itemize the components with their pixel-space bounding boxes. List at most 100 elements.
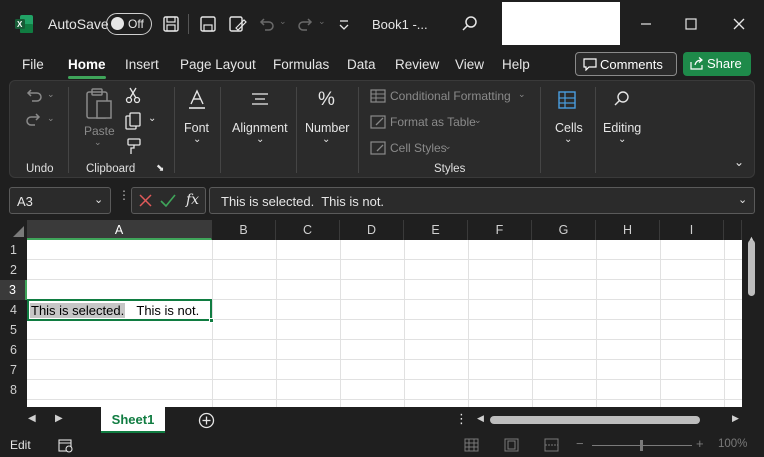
font-icon[interactable] xyxy=(186,89,208,111)
fill-handle[interactable] xyxy=(209,318,214,323)
scroll-left-icon[interactable]: ◀ xyxy=(477,413,484,424)
add-sheet-icon[interactable] xyxy=(198,412,215,429)
column-header-partial[interactable] xyxy=(724,220,742,240)
format-as-table-chevron-icon[interactable]: ⌄ xyxy=(474,115,482,126)
paste-chevron-icon[interactable]: ⌄ xyxy=(94,137,102,148)
zoom-in-icon[interactable]: + xyxy=(696,436,704,451)
tab-file[interactable]: File xyxy=(22,57,44,72)
sheet-tab-sheet1[interactable]: Sheet1 xyxy=(101,407,165,433)
sheet-options-icon[interactable]: ⋮ xyxy=(455,411,468,427)
ribbon-collapse-icon[interactable]: ⌄ xyxy=(734,155,744,169)
paste-icon[interactable] xyxy=(84,87,114,121)
minimize-icon[interactable] xyxy=(636,14,656,34)
ribbon-undo-icon[interactable] xyxy=(23,87,45,105)
column-header-a[interactable]: A xyxy=(27,220,212,240)
page-break-view-icon[interactable] xyxy=(544,438,559,452)
name-box[interactable]: A3 ⌄ xyxy=(9,187,111,214)
next-sheet-icon[interactable]: ▶ xyxy=(55,413,63,424)
percent-icon[interactable]: % xyxy=(318,89,335,111)
conditional-formatting-icon[interactable] xyxy=(370,89,386,103)
number-button[interactable]: Number xyxy=(305,121,349,135)
tab-home[interactable]: Home xyxy=(68,57,106,72)
alignment-chevron-icon[interactable]: ⌄ xyxy=(256,134,264,145)
customize-toolbar-icon[interactable] xyxy=(334,14,354,34)
accessibility-icon[interactable] xyxy=(58,438,74,453)
close-icon[interactable] xyxy=(729,14,749,34)
redo-icon[interactable] xyxy=(296,14,316,34)
zoom-out-icon[interactable]: − xyxy=(576,436,584,451)
cell-grid[interactable]: This is selected. This is not. xyxy=(27,240,742,407)
row-header-2[interactable]: 2 xyxy=(0,260,27,280)
column-header-f[interactable]: F xyxy=(468,220,532,240)
column-header-h[interactable]: H xyxy=(596,220,660,240)
row-header-4[interactable]: 4 xyxy=(0,300,27,320)
conditional-formatting-button[interactable]: Conditional Formatting xyxy=(390,89,511,103)
formula-input[interactable]: This is selected. This is not. ⌄ xyxy=(209,187,755,214)
redo-chevron-icon[interactable]: ⌄ xyxy=(318,16,326,27)
copy-chevron-icon[interactable]: ⌄ xyxy=(148,113,156,124)
column-header-d[interactable]: D xyxy=(340,220,404,240)
font-button[interactable]: Font xyxy=(184,121,209,135)
tab-formulas[interactable]: Formulas xyxy=(273,57,329,72)
row-header-3[interactable]: 3 xyxy=(0,280,27,300)
cells-chevron-icon[interactable]: ⌄ xyxy=(564,134,572,145)
name-box-chevron-icon[interactable]: ⌄ xyxy=(94,193,103,206)
cancel-icon[interactable] xyxy=(139,194,152,207)
enter-check-icon[interactable] xyxy=(160,194,176,207)
insert-function-icon[interactable]: fx xyxy=(186,192,199,208)
tab-data[interactable]: Data xyxy=(347,57,376,72)
vertical-scroll-thumb[interactable] xyxy=(748,240,755,296)
comments-button[interactable]: Comments xyxy=(575,52,677,76)
cell-a3[interactable]: This is selected. This is not. xyxy=(27,299,214,323)
share-button[interactable]: Share xyxy=(683,52,751,76)
tab-review[interactable]: Review xyxy=(395,57,439,72)
edit-icon[interactable] xyxy=(227,14,247,34)
row-header-1[interactable]: 1 xyxy=(0,240,27,260)
expand-formula-icon[interactable]: ⌄ xyxy=(738,193,747,206)
alignment-button[interactable]: Alignment xyxy=(232,121,288,135)
cell-styles-icon[interactable] xyxy=(370,141,386,155)
clipboard-launcher-icon[interactable]: ⬊ xyxy=(156,163,164,174)
undo-icon[interactable] xyxy=(256,14,276,34)
save-icon[interactable] xyxy=(161,14,181,34)
column-header-i[interactable]: I xyxy=(660,220,724,240)
scroll-right-icon[interactable]: ▶ xyxy=(732,413,739,424)
format-painter-icon[interactable] xyxy=(125,137,143,155)
zoom-slider-handle[interactable] xyxy=(640,440,643,451)
font-chevron-icon[interactable]: ⌄ xyxy=(193,134,201,145)
zoom-level[interactable]: 100% xyxy=(718,438,747,450)
cells-button[interactable]: Cells xyxy=(555,121,583,135)
editing-search-icon[interactable] xyxy=(612,89,632,109)
tab-insert[interactable]: Insert xyxy=(125,57,159,72)
prev-sheet-icon[interactable]: ◀ xyxy=(28,413,36,424)
conditional-formatting-chevron-icon[interactable]: ⌄ xyxy=(518,89,526,100)
tab-page-layout[interactable]: Page Layout xyxy=(180,57,256,72)
horizontal-scroll-thumb[interactable] xyxy=(490,416,700,424)
column-header-c[interactable]: C xyxy=(276,220,340,240)
column-header-e[interactable]: E xyxy=(404,220,468,240)
number-chevron-icon[interactable]: ⌄ xyxy=(322,134,330,145)
alignment-icon[interactable] xyxy=(250,91,270,109)
ribbon-redo-chevron-icon[interactable]: ⌄ xyxy=(47,113,55,124)
cells-icon[interactable] xyxy=(557,89,577,111)
select-all-corner[interactable] xyxy=(0,220,27,240)
column-header-g[interactable]: G xyxy=(532,220,596,240)
paste-label[interactable]: Paste xyxy=(84,124,115,138)
cell-styles-chevron-icon[interactable]: ⌄ xyxy=(444,141,452,152)
column-header-b[interactable]: B xyxy=(212,220,276,240)
page-layout-view-icon[interactable] xyxy=(504,438,519,452)
tab-view[interactable]: View xyxy=(455,57,484,72)
search-icon[interactable] xyxy=(460,14,480,34)
vertical-scrollbar[interactable]: ▲ xyxy=(744,234,759,407)
row-header-7[interactable]: 7 xyxy=(0,360,27,380)
undo-chevron-icon[interactable]: ⌄ xyxy=(279,16,287,27)
normal-view-icon[interactable] xyxy=(464,438,479,452)
row-header-5[interactable]: 5 xyxy=(0,320,27,340)
row-header-6[interactable]: 6 xyxy=(0,340,27,360)
copy-icon[interactable] xyxy=(124,112,144,130)
maximize-icon[interactable] xyxy=(681,14,701,34)
more-options-icon[interactable]: ⋮ xyxy=(118,189,130,201)
ribbon-redo-icon[interactable] xyxy=(23,111,45,129)
cell-styles-button[interactable]: Cell Styles xyxy=(390,141,447,155)
cut-icon[interactable] xyxy=(125,86,141,104)
